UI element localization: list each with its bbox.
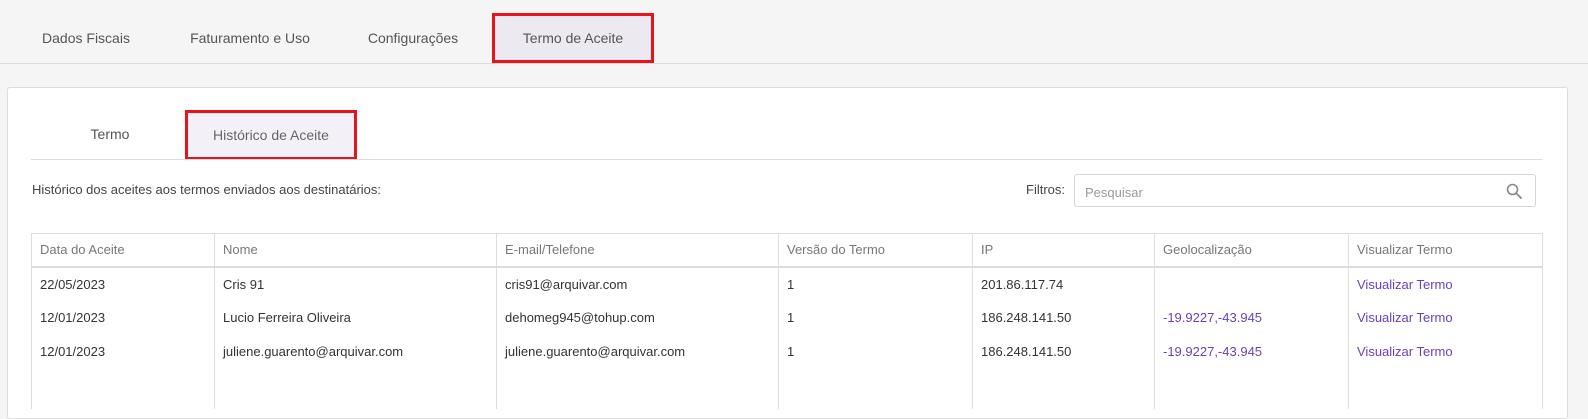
subtab-termo[interactable]: Termo bbox=[40, 110, 180, 158]
cell-version: 1 bbox=[778, 334, 973, 369]
cell-empty bbox=[1348, 368, 1543, 409]
table-row: 12/01/2023 Lucio Ferreira Oliveira dehom… bbox=[31, 300, 1543, 335]
search-input[interactable] bbox=[1083, 181, 1487, 203]
cell-version: 1 bbox=[778, 266, 973, 301]
cell-empty bbox=[31, 368, 215, 409]
table-header-row: Data do Aceite Nome E-mail/Telefone Vers… bbox=[31, 233, 1543, 268]
top-tab-bar: Dados Fiscais Faturamento e Uso Configur… bbox=[0, 0, 1588, 64]
tab-termo-de-aceite[interactable]: Termo de Aceite bbox=[494, 14, 652, 62]
geolocation-link[interactable]: -19.9227,-43.945 bbox=[1154, 300, 1349, 335]
column-header-versao-do-termo[interactable]: Versão do Termo bbox=[778, 233, 973, 268]
tab-faturamento-e-uso[interactable]: Faturamento e Uso bbox=[168, 14, 332, 62]
column-header-data-do-aceite[interactable]: Data do Aceite bbox=[31, 233, 215, 268]
cell-contact: juliene.guarento@arquivar.com bbox=[496, 334, 779, 369]
cell-name: Cris 91 bbox=[214, 266, 497, 301]
cell-empty bbox=[972, 368, 1155, 409]
search-box bbox=[1074, 174, 1536, 207]
cell-ip: 186.248.141.50 bbox=[972, 334, 1155, 369]
column-header-nome[interactable]: Nome bbox=[214, 233, 497, 268]
table-row-empty bbox=[31, 368, 1543, 409]
cell-empty bbox=[778, 368, 973, 409]
view-term-link[interactable]: Visualizar Termo bbox=[1348, 334, 1543, 369]
cell-name: Lucio Ferreira Oliveira bbox=[214, 300, 497, 335]
cell-empty bbox=[1154, 368, 1349, 409]
column-header-email-telefone[interactable]: E-mail/Telefone bbox=[496, 233, 779, 268]
subtab-divider bbox=[31, 159, 1542, 160]
tab-dados-fiscais[interactable]: Dados Fiscais bbox=[14, 14, 158, 62]
column-header-geolocalizacao[interactable]: Geolocalização bbox=[1154, 233, 1349, 268]
view-term-link[interactable]: Visualizar Termo bbox=[1348, 300, 1543, 335]
cell-contact: cris91@arquivar.com bbox=[496, 266, 779, 301]
column-header-ip[interactable]: IP bbox=[972, 233, 1155, 268]
view-term-link[interactable]: Visualizar Termo bbox=[1348, 266, 1543, 301]
history-description: Histórico dos aceites aos termos enviado… bbox=[32, 182, 382, 197]
tab-configuracoes[interactable]: Configurações bbox=[342, 14, 484, 62]
search-icon[interactable] bbox=[1505, 182, 1523, 200]
geolocation-link[interactable]: -19.9227,-43.945 bbox=[1154, 334, 1349, 369]
cell-empty bbox=[496, 368, 779, 409]
cell-contact: dehomeg945@tohup.com bbox=[496, 300, 779, 335]
cell-name: juliene.guarento@arquivar.com bbox=[214, 334, 497, 369]
cell-date: 22/05/2023 bbox=[31, 266, 215, 301]
table-row: 22/05/2023 Cris 91 cris91@arquivar.com 1… bbox=[31, 266, 1543, 301]
cell-ip: 201.86.117.74 bbox=[972, 266, 1155, 301]
column-header-visualizar-termo[interactable]: Visualizar Termo bbox=[1348, 233, 1543, 268]
geolocation-link[interactable] bbox=[1154, 266, 1349, 301]
cell-date: 12/01/2023 bbox=[31, 334, 215, 369]
cell-ip: 186.248.141.50 bbox=[972, 300, 1155, 335]
acceptance-history-table: Data do Aceite Nome E-mail/Telefone Vers… bbox=[31, 233, 1543, 409]
cell-version: 1 bbox=[778, 300, 973, 335]
cell-empty bbox=[214, 368, 497, 409]
filters-label: Filtros: bbox=[1026, 182, 1065, 197]
table-row: 12/01/2023 juliene.guarento@arquivar.com… bbox=[31, 334, 1543, 369]
cell-date: 12/01/2023 bbox=[31, 300, 215, 335]
subtab-historico-de-aceite[interactable]: Histórico de Aceite bbox=[187, 111, 355, 159]
